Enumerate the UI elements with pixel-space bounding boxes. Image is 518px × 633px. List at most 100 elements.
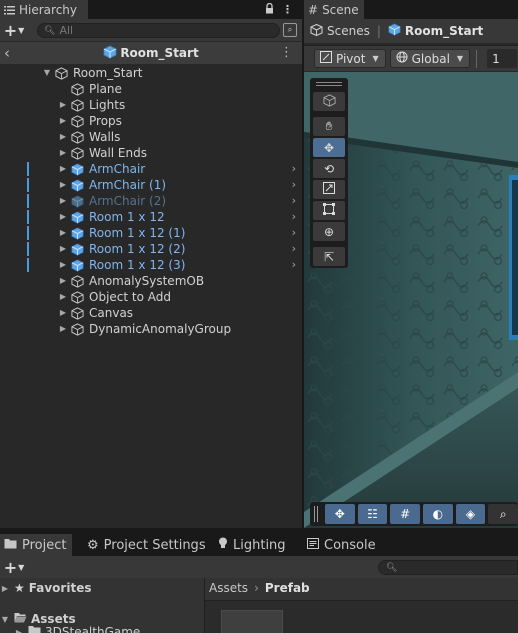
- tab-project-settings[interactable]: ⚙ Project Settings: [83, 534, 212, 556]
- hierarchy-item[interactable]: ▶ Props: [0, 113, 302, 129]
- tab-hierarchy[interactable]: Hierarchy: [0, 0, 88, 19]
- hierarchy-item[interactable]: ▶ ArmChair (1) ›: [0, 177, 302, 193]
- create-asset-button[interactable]: + ▼: [0, 556, 28, 578]
- overlay-grip[interactable]: [314, 506, 318, 522]
- breadcrumb-assets[interactable]: Assets: [209, 581, 248, 595]
- scale-tool-button[interactable]: [313, 180, 345, 199]
- hierarchy-item[interactable]: ▶ Room 1 x 12 (2) ›: [0, 241, 302, 257]
- expand-arrow-icon[interactable]: ▶: [58, 177, 68, 193]
- hierarchy-item[interactable]: ▶ ArmChair (2) ›: [0, 193, 302, 209]
- hierarchy-item[interactable]: ▶ Room 1 x 12 (3) ›: [0, 257, 302, 273]
- back-chevron-icon[interactable]: ‹: [4, 44, 10, 62]
- pivot-label: Pivot: [336, 51, 366, 66]
- hand-tool-button[interactable]: ✋︎: [313, 117, 345, 136]
- component-tools-button[interactable]: ☷: [357, 504, 388, 524]
- scenes-icon: [310, 23, 323, 39]
- override-marker: [27, 242, 29, 256]
- scene-search-button[interactable]: ⌕: [488, 504, 518, 524]
- rect-icon: [323, 203, 335, 218]
- expand-arrow-icon[interactable]: ▶: [58, 225, 68, 241]
- move-gizmo-button[interactable]: ✥: [324, 504, 355, 524]
- asset-grid: [205, 600, 518, 633]
- project-search-input[interactable]: 🔍︎: [378, 560, 518, 575]
- hierarchy-item[interactable]: ▶ AnomalySystemOB: [0, 273, 302, 289]
- custom-tool-button[interactable]: ⇱: [313, 247, 345, 266]
- grid-snap-button[interactable]: #: [390, 504, 420, 524]
- view-tool-button[interactable]: [313, 92, 345, 111]
- open-prefab-chevron-icon[interactable]: ›: [292, 209, 296, 225]
- hierarchy-item[interactable]: ▼ Room_Start: [0, 65, 302, 81]
- breadcrumb-menu-icon[interactable]: ⋮: [280, 45, 293, 60]
- hierarchy-search-input[interactable]: 🔍︎ All: [37, 23, 280, 38]
- expand-arrow-icon[interactable]: ▶: [58, 209, 68, 225]
- expand-arrow-icon[interactable]: ▶: [58, 193, 68, 209]
- expand-arrow-icon[interactable]: ▶: [58, 273, 68, 289]
- breadcrumb-prefab[interactable]: Prefab: [265, 581, 310, 595]
- expand-arrow-icon[interactable]: ▶: [14, 628, 24, 633]
- gear-icon: ⚙: [87, 537, 99, 553]
- global-dropdown[interactable]: Global ▼: [389, 49, 471, 68]
- hierarchy-item[interactable]: ▶ Canvas: [0, 305, 302, 321]
- hierarchy-item[interactable]: ▶ ArmChair ›: [0, 161, 302, 177]
- project-toolbar: + ▼ 🔍︎: [0, 556, 518, 578]
- hierarchy-item[interactable]: ▶ Object to Add: [0, 289, 302, 305]
- tab-label: Lighting: [233, 537, 286, 553]
- hierarchy-item[interactable]: Plane: [0, 81, 302, 97]
- hierarchy-item[interactable]: ▶ Lights: [0, 97, 302, 113]
- hierarchy-item[interactable]: ▶ Walls: [0, 129, 302, 145]
- hierarchy-item-label: DynamicAnomalyGroup: [89, 322, 232, 336]
- expand-arrow-icon[interactable]: ▶: [58, 97, 68, 113]
- breadcrumb-scenes[interactable]: Scenes: [327, 24, 370, 38]
- search-filter-icon[interactable]: ⌕: [283, 23, 297, 37]
- collapse-arrow-icon[interactable]: ▼: [0, 615, 10, 624]
- expand-arrow-icon[interactable]: ▶: [58, 241, 68, 257]
- globe-icon: [396, 51, 408, 66]
- collapse-arrow-icon[interactable]: ▼: [42, 65, 52, 81]
- expand-arrow-icon[interactable]: ▶: [58, 321, 68, 337]
- hierarchy-item[interactable]: ▶ DynamicAnomalyGroup: [0, 321, 302, 337]
- move-tool-button[interactable]: ✥: [313, 138, 345, 157]
- expand-arrow-icon[interactable]: ▶: [58, 257, 68, 273]
- hierarchy-item[interactable]: ▶ Room 1 x 12 ›: [0, 209, 302, 225]
- tab-console[interactable]: Console: [303, 534, 382, 556]
- hierarchy-item-label: Room 1 x 12 (2): [89, 242, 186, 256]
- tab-scene[interactable]: # Scene: [304, 0, 364, 19]
- expand-arrow-icon[interactable]: ▶: [58, 129, 68, 145]
- move-arrows-icon: ✥: [323, 140, 335, 155]
- pivot-dropdown[interactable]: Pivot ▼: [314, 49, 386, 68]
- open-prefab-chevron-icon[interactable]: ›: [292, 257, 296, 273]
- expand-arrow-icon[interactable]: ▶: [58, 289, 68, 305]
- expand-arrow-icon[interactable]: ▶: [58, 305, 68, 321]
- open-prefab-chevron-icon[interactable]: ›: [292, 241, 296, 257]
- search-icon: ⌕: [499, 506, 507, 521]
- chevron-down-icon: ▼: [372, 54, 379, 63]
- overlay-grip[interactable]: [316, 82, 342, 86]
- grid-size-field[interactable]: 1: [487, 49, 518, 68]
- open-prefab-chevron-icon[interactable]: ›: [292, 193, 296, 209]
- tab-project[interactable]: Project: [0, 534, 72, 556]
- hierarchy-item[interactable]: ▶ Wall Ends: [0, 145, 302, 161]
- hierarchy-item-label: Canvas: [89, 306, 134, 320]
- expand-arrow-icon[interactable]: ▶: [58, 113, 68, 129]
- favorites-row[interactable]: ▶ ★ Favorites: [0, 580, 92, 596]
- breadcrumb-current[interactable]: Room_Start: [405, 24, 483, 38]
- hierarchy-item[interactable]: ▶ Room 1 x 12 (1) ›: [0, 225, 302, 241]
- folder-row[interactable]: ▶ 3DStealthGame: [14, 624, 140, 633]
- expand-arrow-icon[interactable]: ▶: [0, 584, 10, 593]
- gizmo-toggle-button[interactable]: ◈: [455, 504, 486, 524]
- pivot-icon: [320, 51, 332, 66]
- rotate-tool-button[interactable]: ⟲: [313, 159, 345, 178]
- create-button[interactable]: + ▼: [0, 19, 28, 41]
- lighting-toggle-button[interactable]: ◐: [423, 504, 453, 524]
- rect-tool-button[interactable]: [313, 201, 345, 220]
- lock-icon[interactable]: [265, 2, 274, 17]
- tab-lighting[interactable]: Lighting: [214, 534, 292, 556]
- open-prefab-chevron-icon[interactable]: ›: [292, 161, 296, 177]
- asset-thumbnail[interactable]: [221, 610, 283, 633]
- transform-tool-button[interactable]: ⊕: [313, 222, 345, 241]
- open-prefab-chevron-icon[interactable]: ›: [292, 177, 296, 193]
- expand-arrow-icon[interactable]: ▶: [58, 161, 68, 177]
- tab-menu-icon[interactable]: ⋮: [282, 3, 293, 16]
- expand-arrow-icon[interactable]: ▶: [58, 145, 68, 161]
- open-prefab-chevron-icon[interactable]: ›: [292, 225, 296, 241]
